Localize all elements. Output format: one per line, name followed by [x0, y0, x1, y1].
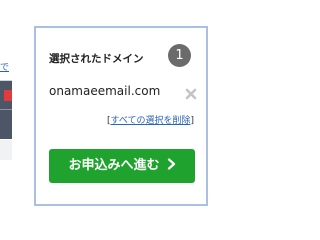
clear-all-close-bracket: ] [190, 116, 194, 126]
background-divider [0, 109, 12, 110]
proceed-button-label: お申込みへ進む [68, 158, 160, 173]
chevron-right-icon [167, 150, 176, 170]
proceed-to-application-button[interactable]: お申込みへ進む [49, 149, 195, 183]
background-dark-panel [0, 80, 12, 139]
background-light-strip [0, 140, 12, 160]
background-red-marker [4, 90, 12, 101]
selected-domains-box: 選択されたドメイン 1 onamaeemail.com [すべての選択を削除] … [34, 26, 208, 206]
close-x-icon[interactable] [185, 85, 197, 100]
clear-all-selection: [すべての選択を削除] [107, 115, 194, 127]
clear-all-link[interactable]: すべての選択を削除 [110, 116, 190, 126]
background-link-fragment[interactable]: で [0, 62, 9, 74]
selected-domain-item: onamaeemail.com [49, 82, 197, 100]
selected-domain-name: onamaeemail.com [49, 84, 161, 98]
selected-domains-title: 選択されたドメイン [49, 53, 144, 65]
selected-count-badge: 1 [168, 44, 191, 67]
page: で 選択されたドメイン 1 onamaeemail.com [すべての選択を削除… [0, 0, 250, 220]
